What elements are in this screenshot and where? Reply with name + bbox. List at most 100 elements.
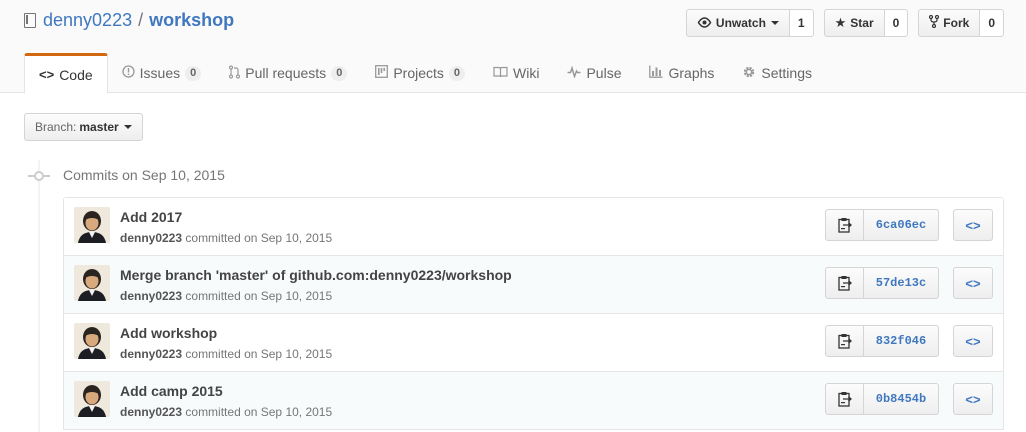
browse-files-button[interactable]: <> bbox=[953, 325, 993, 357]
star-group: ★ Star 0 bbox=[823, 9, 909, 37]
commit-sha-link[interactable]: 0b8454b bbox=[864, 383, 939, 415]
tab-code[interactable]: <> Code bbox=[24, 53, 108, 94]
eye-icon bbox=[697, 16, 712, 31]
commit-list: Add 2017 denny0223 committed on Sep 10, … bbox=[63, 197, 1004, 430]
pull-requests-counter: 0 bbox=[331, 65, 348, 81]
clipboard-icon bbox=[837, 218, 852, 233]
copy-sha-button[interactable] bbox=[825, 267, 864, 299]
browse-files-button[interactable]: <> bbox=[953, 383, 993, 415]
watchers-count[interactable]: 1 bbox=[789, 9, 814, 37]
commit-sha-link[interactable]: 832f046 bbox=[864, 325, 939, 357]
repo-icon bbox=[24, 12, 36, 28]
clipboard-icon bbox=[837, 334, 852, 349]
book-icon bbox=[493, 66, 508, 81]
star-icon: ★ bbox=[834, 15, 847, 30]
code-icon: <> bbox=[965, 217, 981, 233]
path-separator: / bbox=[138, 9, 144, 30]
commits-timeline bbox=[38, 160, 40, 432]
tab-label: Settings bbox=[761, 65, 812, 81]
commit-row: Add workshop denny0223 committed on Sep … bbox=[64, 314, 1003, 372]
stargazers-count[interactable]: 0 bbox=[884, 9, 909, 37]
tab-label: Wiki bbox=[513, 65, 540, 81]
avatar[interactable] bbox=[74, 207, 110, 243]
avatar[interactable] bbox=[74, 265, 110, 301]
tab-pulse[interactable]: Pulse bbox=[553, 53, 635, 93]
commit-sha-link[interactable]: 6ca06ec bbox=[864, 209, 939, 241]
commit-date-text: committed on Sep 10, 2015 bbox=[185, 347, 333, 361]
code-icon: <> bbox=[965, 391, 981, 407]
issues-counter: 0 bbox=[185, 65, 202, 81]
fork-icon bbox=[929, 14, 940, 31]
unwatch-label: Unwatch bbox=[715, 16, 766, 30]
commit-meta: denny0223 committed on Sep 10, 2015 bbox=[120, 347, 332, 361]
commit-row: Merge branch 'master' of github.com:denn… bbox=[64, 256, 1003, 314]
commit-author-link[interactable]: denny0223 bbox=[120, 347, 182, 361]
tab-label: Pull requests bbox=[245, 65, 327, 81]
commit-meta: denny0223 committed on Sep 10, 2015 bbox=[120, 289, 332, 303]
code-icon: <> bbox=[965, 333, 981, 349]
commit-sha-link[interactable]: 57de13c bbox=[864, 267, 939, 299]
commit-date-text: committed on Sep 10, 2015 bbox=[185, 289, 333, 303]
projects-counter: 0 bbox=[448, 65, 466, 81]
repo-actions: Unwatch 1 ★ Star 0 Fork 0 bbox=[676, 9, 1004, 37]
copy-sha-button[interactable] bbox=[825, 383, 864, 415]
avatar-image bbox=[74, 381, 110, 417]
gear-icon bbox=[742, 65, 756, 82]
avatar-image bbox=[74, 207, 110, 243]
copy-sha-button[interactable] bbox=[825, 209, 864, 241]
graph-icon bbox=[649, 65, 663, 81]
branch-selector[interactable]: Branch: master bbox=[24, 113, 143, 141]
forks-count[interactable]: 0 bbox=[980, 9, 1004, 37]
avatar-image bbox=[74, 323, 110, 359]
commit-date-text: committed on Sep 10, 2015 bbox=[185, 405, 333, 419]
commit-message-link[interactable]: Add 2017 bbox=[120, 209, 182, 225]
commit-sha-group: 0b8454b bbox=[825, 383, 939, 415]
commit-message-link[interactable]: Add workshop bbox=[120, 325, 217, 341]
pull-request-icon bbox=[229, 64, 241, 82]
commit-row: Add 2017 denny0223 committed on Sep 10, … bbox=[64, 198, 1003, 256]
tab-graphs[interactable]: Graphs bbox=[635, 53, 728, 93]
commit-sha-group: 832f046 bbox=[825, 325, 939, 357]
fork-label: Fork bbox=[943, 16, 970, 30]
chevron-down-icon bbox=[123, 125, 132, 129]
clipboard-icon bbox=[837, 392, 852, 407]
branch-value: master bbox=[79, 120, 119, 134]
tab-pull-requests[interactable]: Pull requests 0 bbox=[215, 53, 361, 93]
commit-author-link[interactable]: denny0223 bbox=[120, 289, 182, 303]
project-icon bbox=[375, 65, 389, 81]
tab-wiki[interactable]: Wiki bbox=[479, 53, 553, 93]
browse-files-button[interactable]: <> bbox=[953, 267, 993, 299]
tab-label: Graphs bbox=[668, 65, 715, 81]
repo-name-link[interactable]: workshop bbox=[149, 10, 234, 31]
repo-header: denny0223 / workshop Unwatch 1 ★ Star 0 bbox=[0, 0, 1026, 94]
commit-author-link[interactable]: denny0223 bbox=[120, 405, 182, 419]
avatar[interactable] bbox=[74, 381, 110, 417]
browse-files-button[interactable]: <> bbox=[953, 209, 993, 241]
unwatch-button[interactable]: Unwatch bbox=[685, 9, 790, 37]
tab-issues[interactable]: Issues 0 bbox=[108, 53, 216, 93]
commit-author-link[interactable]: denny0223 bbox=[120, 231, 182, 245]
repo-owner-link[interactable]: denny0223 bbox=[43, 10, 132, 31]
repo-nav-tabs: <> Code Issues 0 Pull requests 0 Project… bbox=[24, 53, 826, 94]
commit-sha-group: 6ca06ec bbox=[825, 209, 939, 241]
branch-label: Branch: bbox=[35, 120, 77, 134]
copy-sha-button[interactable] bbox=[825, 325, 864, 357]
tab-label: Projects bbox=[393, 65, 444, 81]
star-button[interactable]: ★ Star bbox=[823, 9, 885, 37]
avatar[interactable] bbox=[74, 323, 110, 359]
fork-button[interactable]: Fork bbox=[918, 9, 981, 37]
tab-label: Code bbox=[59, 66, 93, 83]
watch-group: Unwatch 1 bbox=[685, 9, 814, 37]
tab-projects[interactable]: Projects 0 bbox=[361, 53, 479, 93]
commit-message-link[interactable]: Merge branch 'master' of github.com:denn… bbox=[120, 267, 512, 283]
avatar-image bbox=[74, 265, 110, 301]
pulse-icon bbox=[567, 64, 581, 81]
tab-settings[interactable]: Settings bbox=[728, 53, 826, 93]
clipboard-icon bbox=[837, 276, 852, 291]
chevron-down-icon bbox=[770, 21, 779, 25]
commit-sha-group: 57de13c bbox=[825, 267, 939, 299]
tab-label: Issues bbox=[139, 65, 181, 81]
commit-message-link[interactable]: Add camp 2015 bbox=[120, 383, 223, 399]
repo-title: denny0223 / workshop bbox=[24, 9, 234, 31]
issue-icon bbox=[122, 65, 135, 81]
